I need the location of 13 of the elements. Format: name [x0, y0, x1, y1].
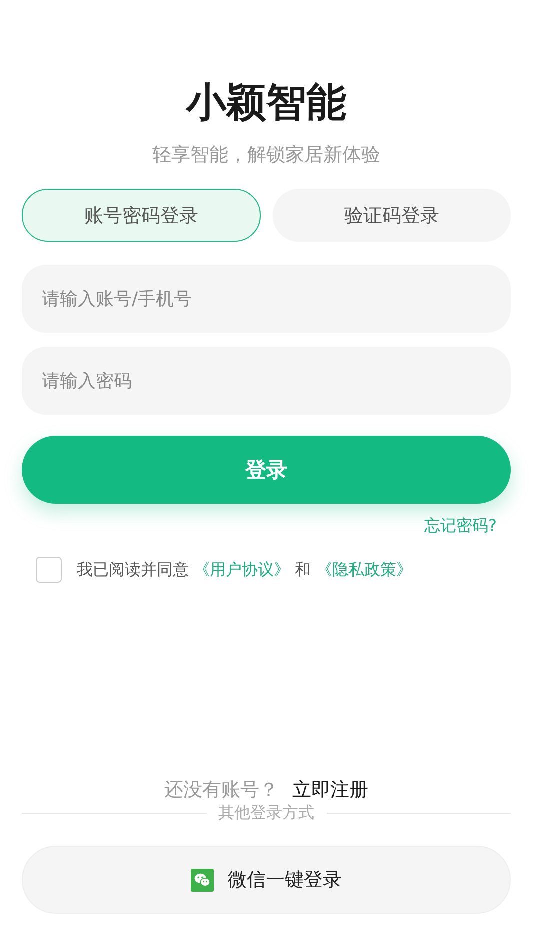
app-subtitle: 轻享智能，解锁家居新体验 — [152, 143, 380, 168]
chat-bubbles-icon — [191, 868, 214, 892]
other-login-label: 其他登录方式 — [218, 803, 314, 824]
login-tab[interactable]: 验证码登录 — [272, 189, 511, 242]
agreement-checkbox[interactable] — [36, 557, 62, 583]
login-tab[interactable]: 账号密码登录 — [22, 189, 260, 242]
input-field[interactable]: 请输入密码 — [22, 347, 511, 415]
app-title: 小颖智能 — [186, 79, 346, 128]
wechat-login-button[interactable]: 微信一键登录 — [22, 846, 511, 914]
input-field[interactable]: 请输入账号/手机号 — [22, 265, 511, 333]
agreement-text: 我已阅读并同意 《用户协议》 和 《隐私政策》 — [77, 560, 412, 580]
register-prompt: 还没有账号？ — [164, 778, 278, 803]
register-link[interactable]: 立即注册 — [292, 777, 368, 803]
